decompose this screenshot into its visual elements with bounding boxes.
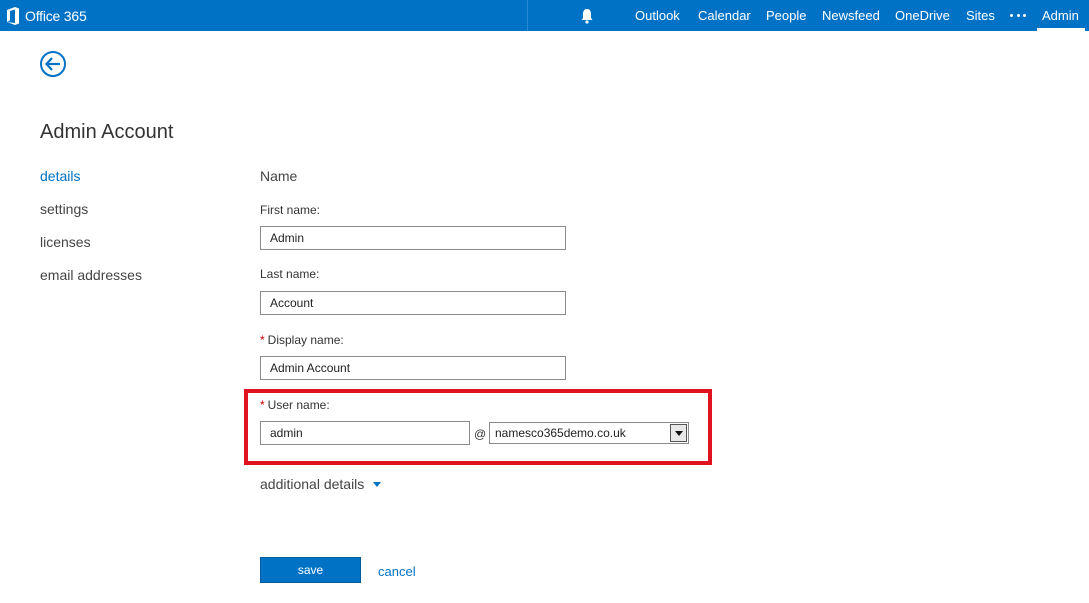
display-name-label: Display name: xyxy=(267,333,344,347)
back-button[interactable] xyxy=(40,51,66,77)
section-title-name: Name xyxy=(260,168,298,184)
leftnav-licenses[interactable]: licenses xyxy=(40,234,91,250)
last-name-label: Last name: xyxy=(260,267,320,281)
nav-outlook[interactable]: Outlook xyxy=(635,0,680,31)
active-tab-indicator xyxy=(1037,28,1085,31)
additional-details-label: additional details xyxy=(260,476,365,492)
bell-icon[interactable] xyxy=(580,8,594,24)
required-marker: * xyxy=(260,333,265,347)
last-name-field[interactable] xyxy=(260,291,566,315)
display-name-field[interactable] xyxy=(260,356,566,380)
username-highlight-box xyxy=(244,389,712,465)
office365-brand[interactable]: Office 365 xyxy=(6,0,87,31)
back-arrow-icon xyxy=(45,57,60,71)
leftnav-settings[interactable]: settings xyxy=(40,201,88,217)
first-name-label: First name: xyxy=(260,203,321,217)
nav-calendar[interactable]: Calendar xyxy=(698,0,751,31)
ellipsis-icon[interactable] xyxy=(1010,0,1026,31)
additional-details-toggle[interactable]: additional details xyxy=(260,476,382,492)
display-name-label-row: * Display name: xyxy=(260,333,344,347)
save-button[interactable]: save xyxy=(260,557,361,583)
nav-people[interactable]: People xyxy=(766,0,806,31)
office-logo-icon xyxy=(7,6,19,25)
leftnav-details[interactable]: details xyxy=(40,168,80,184)
first-name-field[interactable] xyxy=(260,226,566,250)
top-bar: Office 365 Outlook Calendar People Newsf… xyxy=(0,0,1089,31)
brand-name: Office 365 xyxy=(25,7,87,24)
nav-sites[interactable]: Sites xyxy=(966,0,995,31)
cancel-link[interactable]: cancel xyxy=(378,564,416,579)
nav-onedrive[interactable]: OneDrive xyxy=(895,0,950,31)
page-title: Admin Account xyxy=(40,121,174,143)
topbar-divider xyxy=(527,0,528,31)
leftnav-email-addresses[interactable]: email addresses xyxy=(40,267,142,283)
nav-admin[interactable]: Admin xyxy=(1042,0,1079,31)
caret-down-icon xyxy=(373,481,382,487)
nav-newsfeed[interactable]: Newsfeed xyxy=(822,0,880,31)
